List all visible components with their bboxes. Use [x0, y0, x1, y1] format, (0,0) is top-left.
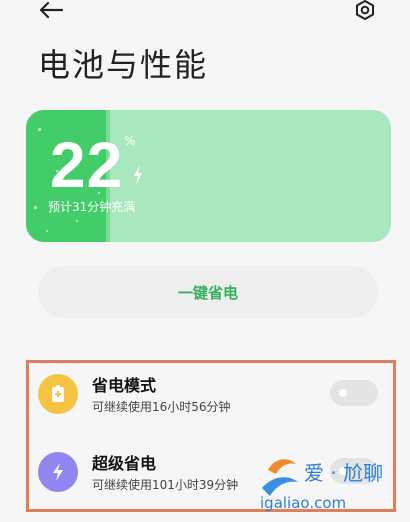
one-key-power-save-label: 一键省电: [177, 283, 238, 302]
ultra-power-saving-title: 超级省电: [92, 454, 157, 473]
power-saving-mode-title: 省电模式: [92, 376, 157, 395]
toggle-knob: [339, 389, 347, 397]
gear-icon[interactable]: [352, 0, 378, 22]
svg-text:igaliao.com: igaliao.com: [260, 494, 346, 512]
watermark-logo: 爱 · 尬聊 igaliao.com: [260, 459, 383, 512]
page-title: 电池与性能: [38, 46, 209, 84]
power-saving-mode-remaining: 可继续使用16小时56分钟: [92, 400, 231, 414]
arrow-left-icon[interactable]: [36, 0, 66, 20]
battery-percent-sign: %: [124, 134, 136, 148]
power-saving-mode-row[interactable]: 省电模式 可继续使用16小时56分钟: [38, 368, 386, 424]
battery-card: 22 % 预计31分钟充满: [26, 110, 391, 242]
ultra-power-saving-remaining: 可继续使用101小时39分钟: [92, 478, 239, 492]
power-saving-mode-toggle[interactable]: [330, 380, 378, 406]
charge-time-hint: 预计31分钟充满: [48, 200, 136, 214]
one-key-power-save-button[interactable]: 一键省电: [38, 266, 378, 318]
svg-text:爱 · 尬聊: 爱 · 尬聊: [304, 461, 383, 485]
charging-bolt-icon: [134, 165, 142, 185]
lightning-icon: [38, 452, 78, 492]
battery-saver-icon: [38, 374, 78, 414]
battery-percentage: 22: [50, 129, 124, 201]
